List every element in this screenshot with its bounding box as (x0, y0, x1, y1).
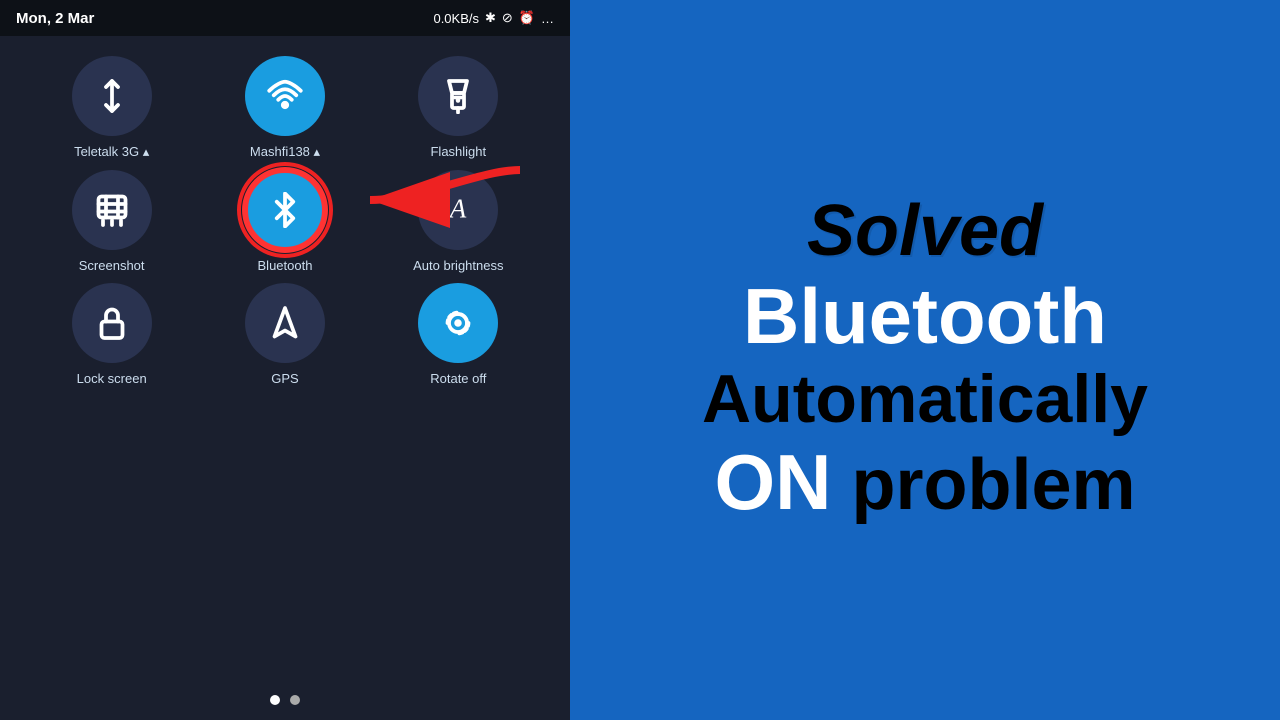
qs-label-rotate: Rotate off (430, 371, 486, 386)
qs-circle-gps (245, 283, 325, 363)
status-date: Mon, 2 Mar (16, 10, 94, 27)
title-bluetooth: Bluetooth (743, 277, 1107, 355)
qs-item-brightness[interactable]: A Auto brightness (398, 170, 518, 273)
more-icon: … (541, 11, 554, 26)
qs-label-flashlight: Flashlight (430, 144, 486, 159)
gps-icon (267, 305, 303, 341)
qs-item-screenshot[interactable]: Screenshot (52, 170, 172, 273)
title-on: ON (714, 438, 831, 526)
brightness-icon: A (440, 192, 476, 228)
qs-item-rotate[interactable]: Rotate off (398, 283, 518, 386)
qs-label-screenshot: Screenshot (79, 258, 145, 273)
wifi-icon (267, 78, 303, 114)
qs-label-lock: Lock screen (77, 371, 147, 386)
network-speed: 0.0KB/s (433, 11, 479, 26)
qs-label-teletalk: Teletalk 3G ▴ (74, 144, 149, 160)
qs-item-lock[interactable]: Lock screen (52, 283, 172, 386)
on-problem-line: ON problem (714, 443, 1135, 525)
bluetooth-status-icon: ✱ (485, 10, 496, 26)
flashlight-icon (440, 78, 476, 114)
left-panel: Mon, 2 Mar 0.0KB/s ✱ ⊘ ⏰ … Teletalk 3G (0, 0, 570, 720)
qs-item-bluetooth[interactable]: Bluetooth (225, 170, 345, 273)
status-icons: 0.0KB/s ✱ ⊘ ⏰ … (433, 10, 554, 26)
bluetooth-wrapper (245, 170, 325, 250)
qs-row-3: Lock screen GPS (30, 283, 540, 386)
qs-circle-wifi (245, 56, 325, 136)
data-icon (94, 78, 130, 114)
svg-text:A: A (448, 194, 467, 224)
qs-item-teletalk[interactable]: Teletalk 3G ▴ (52, 56, 172, 160)
qs-label-wifi: Mashfi138 ▴ (250, 144, 320, 160)
bluetooth-icon (267, 192, 303, 228)
qs-label-gps: GPS (271, 371, 298, 386)
qs-circle-rotate (418, 283, 498, 363)
qs-circle-screenshot (72, 170, 152, 250)
title-problem: problem (851, 445, 1135, 525)
alarm-icon: ⏰ (519, 10, 535, 26)
lock-icon (94, 305, 130, 341)
qs-circle-lock (72, 283, 152, 363)
right-panel: Solved Bluetooth Automatically ON proble… (570, 0, 1280, 720)
title-auto: Automatically (702, 365, 1148, 433)
quick-settings: Teletalk 3G ▴ Mashfi138 ▴ (0, 36, 570, 680)
pagination-dot-2[interactable] (290, 695, 300, 705)
qs-label-bluetooth: Bluetooth (258, 258, 313, 273)
qs-item-flashlight[interactable]: Flashlight (398, 56, 518, 160)
qs-row-1: Teletalk 3G ▴ Mashfi138 ▴ (30, 56, 540, 160)
status-bar: Mon, 2 Mar 0.0KB/s ✱ ⊘ ⏰ … (0, 0, 570, 36)
qs-circle-flashlight (418, 56, 498, 136)
qs-row-2: Screenshot Bluetooth A (30, 170, 540, 273)
qs-label-brightness: Auto brightness (413, 258, 503, 273)
qs-item-gps[interactable]: GPS (225, 283, 345, 386)
qs-item-wifi[interactable]: Mashfi138 ▴ (225, 56, 345, 160)
qs-circle-teletalk (72, 56, 152, 136)
pagination-dot-1[interactable] (270, 695, 280, 705)
qs-circle-brightness: A (418, 170, 498, 250)
screenshot-icon (94, 192, 130, 228)
qs-circle-bluetooth (245, 170, 325, 250)
title-solved: Solved (807, 195, 1043, 267)
pagination (0, 680, 570, 720)
rotate-icon (440, 305, 476, 341)
signal-slash-icon: ⊘ (502, 10, 513, 26)
